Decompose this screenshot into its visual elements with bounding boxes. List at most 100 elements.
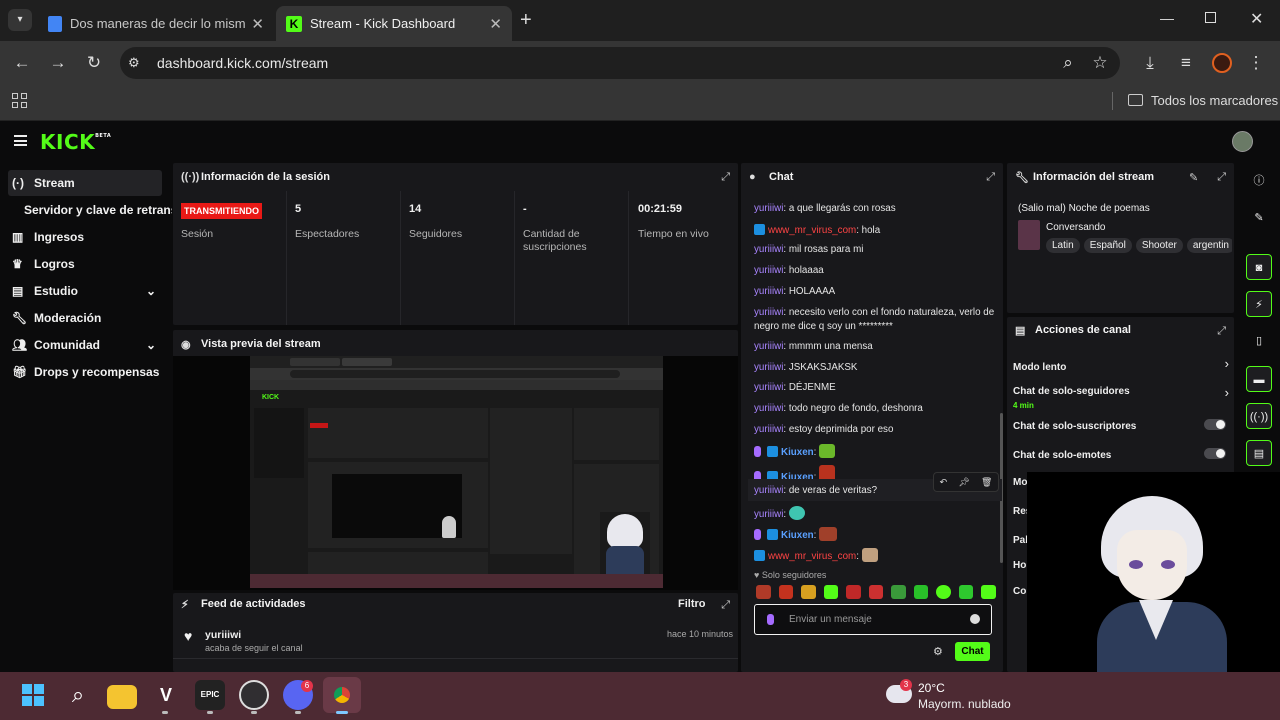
chat-username[interactable]: yuriiiwi <box>754 341 783 352</box>
chat-username[interactable]: yuriiiwi <box>754 403 783 414</box>
lightning-icon[interactable]: ⚡︎ <box>1246 291 1272 317</box>
chat-username[interactable]: yuriiiwi <box>754 362 783 373</box>
emote-icon[interactable] <box>823 585 839 599</box>
chat-username[interactable]: yuriiiwi <box>754 485 783 496</box>
chat-username[interactable]: www_mr_virus_com <box>768 225 856 236</box>
expand-icon[interactable]: ⤢ <box>1217 171 1226 184</box>
sidebar-item-stream[interactable]: (·) Stream <box>8 170 162 196</box>
expand-icon[interactable]: ⤢ <box>721 599 730 612</box>
chat-username[interactable]: Kiuxen <box>781 447 814 458</box>
sidebar-item-moderation[interactable]: 🔧︎ Moderación <box>8 305 162 331</box>
kick-logo[interactable]: KICKBETA <box>40 130 111 154</box>
sidebar-item-drops[interactable]: 🎁︎ Drops y recompensas <box>8 359 162 385</box>
sidebar-item-server-key[interactable]: Servidor y clave de retransmisión <box>8 197 172 223</box>
action-row-truncated[interactable]: Ho <box>1013 560 1026 571</box>
chrome-icon[interactable] <box>327 680 357 710</box>
back-icon[interactable]: ← <box>10 53 34 73</box>
emote-icon[interactable] <box>846 585 861 599</box>
emote-icon[interactable] <box>891 585 906 599</box>
chat-username[interactable]: yuriiiwi <box>754 265 783 276</box>
emote-icon[interactable] <box>958 585 974 599</box>
category-name[interactable]: Conversando <box>1046 222 1105 233</box>
tab-search-button[interactable]: ▾ <box>8 9 32 31</box>
chat-username[interactable]: yuriiiwi <box>754 244 783 255</box>
search-icon[interactable]: ⌕ <box>63 680 93 710</box>
url-text[interactable]: dashboard.kick.com/stream <box>157 55 328 71</box>
document-icon[interactable]: ▯ <box>1246 328 1272 354</box>
subs-chat-toggle[interactable] <box>1204 419 1226 430</box>
weather-temp[interactable]: 20°C <box>918 681 945 695</box>
action-row-truncated[interactable]: Mo <box>1013 477 1027 488</box>
tab-kick[interactable]: K Stream - Kick Dashboard ✕ <box>276 6 512 41</box>
epic-games-icon[interactable]: EPIC <box>195 680 225 710</box>
edit-pencil-icon[interactable]: ✎ <box>1189 171 1198 184</box>
emote-icon[interactable] <box>981 585 997 599</box>
zoom-icon[interactable]: ⌕ <box>1056 53 1080 73</box>
filter-button[interactable]: Filtro <box>678 598 706 610</box>
window-close-icon[interactable]: ✕ <box>1250 9 1263 29</box>
chat-username[interactable]: yuriiiwi <box>754 382 783 393</box>
emote-icon[interactable] <box>936 585 951 599</box>
media-control-icon[interactable]: ≡ <box>1174 53 1198 73</box>
windows-start-icon[interactable] <box>18 680 48 710</box>
slow-mode-row[interactable]: Modo lento › <box>1013 356 1229 373</box>
emote-icon[interactable] <box>801 585 816 599</box>
chat-username[interactable]: Kiuxen <box>781 530 814 541</box>
info-icon[interactable]: ⓘ <box>1246 168 1272 194</box>
obs-icon[interactable] <box>239 680 269 710</box>
pin-icon[interactable]: 📌︎ <box>958 477 969 488</box>
tag[interactable]: Shooter <box>1135 238 1183 253</box>
profile-avatar[interactable] <box>1212 53 1232 73</box>
broadcast-icon[interactable]: ((·)) <box>1246 403 1272 429</box>
all-bookmarks-link[interactable]: Todos los marcadores <box>1151 93 1278 108</box>
menu-dots-icon[interactable]: ⋮ <box>1244 53 1268 73</box>
bookmark-star-icon[interactable]: ☆ <box>1088 53 1112 73</box>
file-explorer-icon[interactable] <box>107 685 137 709</box>
weather-desc[interactable]: Mayorm. nublado <box>918 697 1011 711</box>
new-tab-button[interactable]: + <box>520 9 532 32</box>
tag[interactable]: argentin <box>1186 238 1232 253</box>
maximize-icon[interactable] <box>1205 12 1216 23</box>
followers-chat-row[interactable]: Chat de solo-seguidores 4 min › <box>1013 383 1229 411</box>
valorant-icon[interactable]: V <box>151 680 181 710</box>
reload-icon[interactable]: ↻ <box>82 53 106 73</box>
hamburger-icon[interactable] <box>14 135 27 146</box>
emote-icon[interactable] <box>868 585 884 599</box>
download-icon[interactable]: ⤓ <box>1138 53 1162 73</box>
close-icon[interactable]: ✕ <box>251 15 264 33</box>
user-avatar[interactable] <box>1232 131 1253 152</box>
tag[interactable]: Latin <box>1046 238 1080 253</box>
emote-icon[interactable] <box>778 585 794 599</box>
trash-icon[interactable]: 🗑︎ <box>981 477 992 488</box>
sidebar-item-achievements[interactable]: ♛ Logros <box>8 251 162 277</box>
expand-icon[interactable]: ⤢ <box>986 171 995 184</box>
emote-icon[interactable] <box>756 585 771 599</box>
chat-username[interactable]: yuriiiwi <box>754 307 783 318</box>
sidebar-item-income[interactable]: ▥ Ingresos <box>8 224 162 250</box>
chat-username[interactable]: yuriiiwi <box>754 424 783 435</box>
emotes-chat-toggle[interactable] <box>1204 448 1226 459</box>
sidebar-item-community[interactable]: 👥︎ Comunidad ⌄ <box>8 332 162 358</box>
stream-preview-video[interactable]: KICK <box>173 356 738 590</box>
chat-username[interactable]: yuriiiwi <box>754 203 783 214</box>
action-row-truncated[interactable]: Co <box>1013 586 1026 597</box>
chat-input[interactable]: Enviar un mensaje <box>754 604 992 635</box>
close-icon[interactable]: ✕ <box>489 15 502 33</box>
tag[interactable]: Español <box>1083 238 1132 253</box>
sidebar-item-studio[interactable]: ▤ Estudio ⌄ <box>8 278 162 304</box>
action-row-truncated[interactable]: Pal <box>1013 535 1028 546</box>
site-info-icon[interactable]: ⚙ <box>128 55 140 71</box>
tab-docs[interactable]: Dos maneras de decir lo mismo ✕ <box>38 6 274 41</box>
edit-icon[interactable]: ✎ <box>1246 205 1272 231</box>
apps-grid-icon[interactable] <box>12 93 27 108</box>
emote-icon[interactable] <box>913 585 929 599</box>
layout-icon[interactable]: ▤ <box>1246 440 1272 466</box>
screenshot-icon[interactable]: ◙ <box>1246 254 1272 280</box>
chat-username[interactable]: yuriiiwi <box>754 509 783 520</box>
forward-icon[interactable]: → <box>46 53 70 73</box>
expand-icon[interactable]: ⤢ <box>1217 325 1226 338</box>
minimize-icon[interactable]: — <box>1160 10 1174 26</box>
chat-username[interactable]: yuriiiwi <box>754 286 783 297</box>
chat-settings-icon[interactable]: ⚙ <box>933 645 943 658</box>
mic-icon[interactable] <box>767 614 774 625</box>
